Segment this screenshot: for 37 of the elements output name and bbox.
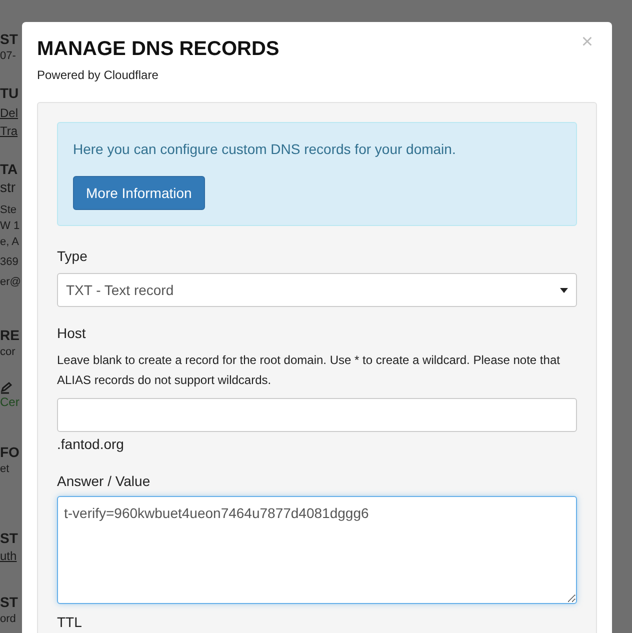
domain-suffix: .fantod.org — [57, 435, 125, 454]
text: 369 — [0, 255, 20, 270]
modal-subtitle: Powered by Cloudflare — [37, 67, 160, 84]
text: et — [0, 462, 10, 477]
link[interactable]: uth — [0, 547, 22, 565]
field-label: TTL — [57, 613, 83, 632]
section-heading: ST — [0, 593, 19, 611]
text: Ste — [0, 203, 18, 218]
text: cor — [0, 345, 16, 360]
text: e, A — [0, 235, 20, 250]
answer-textarea[interactable]: t-verify=960kwbuet4ueon7464u7877d4081dggg6 — [57, 496, 577, 604]
caret-icon — [560, 288, 568, 292]
section-heading: TA — [0, 160, 19, 178]
text: er@ — [0, 275, 22, 290]
text: W 1 — [0, 219, 21, 234]
host-input[interactable] — [57, 398, 577, 432]
section-heading: FO — [0, 443, 20, 461]
more-information-button[interactable]: More Information — [73, 176, 205, 210]
modal-title: MANAGE DNS RECORDS — [37, 37, 280, 62]
section-heading: TU — [0, 84, 20, 102]
section-heading: RE — [0, 326, 20, 344]
text: 07- — [0, 49, 17, 64]
text: Cer — [0, 394, 20, 411]
field-label: Host — [57, 324, 87, 343]
close-button[interactable]: × — [581, 34, 593, 50]
edit-icon[interactable] — [0, 382, 12, 394]
text: str — [0, 178, 17, 196]
type-select[interactable]: TXT - Text record — [57, 273, 577, 307]
help-text: Leave blank to create a record for the root domain. Use * to create a wildcard. Please note that ALIAS records do not support wildcards. — [57, 352, 561, 389]
info-text: Here you can configure custom DNS records for your domain. — [73, 140, 456, 159]
link[interactable]: Del — [0, 104, 22, 122]
link[interactable]: Tra — [0, 122, 22, 140]
section-heading: ST — [0, 30, 19, 48]
section-heading: ST — [0, 529, 19, 547]
field-label: Answer / Value — [57, 472, 152, 491]
field-label: Type — [57, 247, 88, 266]
text: ord — [0, 612, 17, 627]
